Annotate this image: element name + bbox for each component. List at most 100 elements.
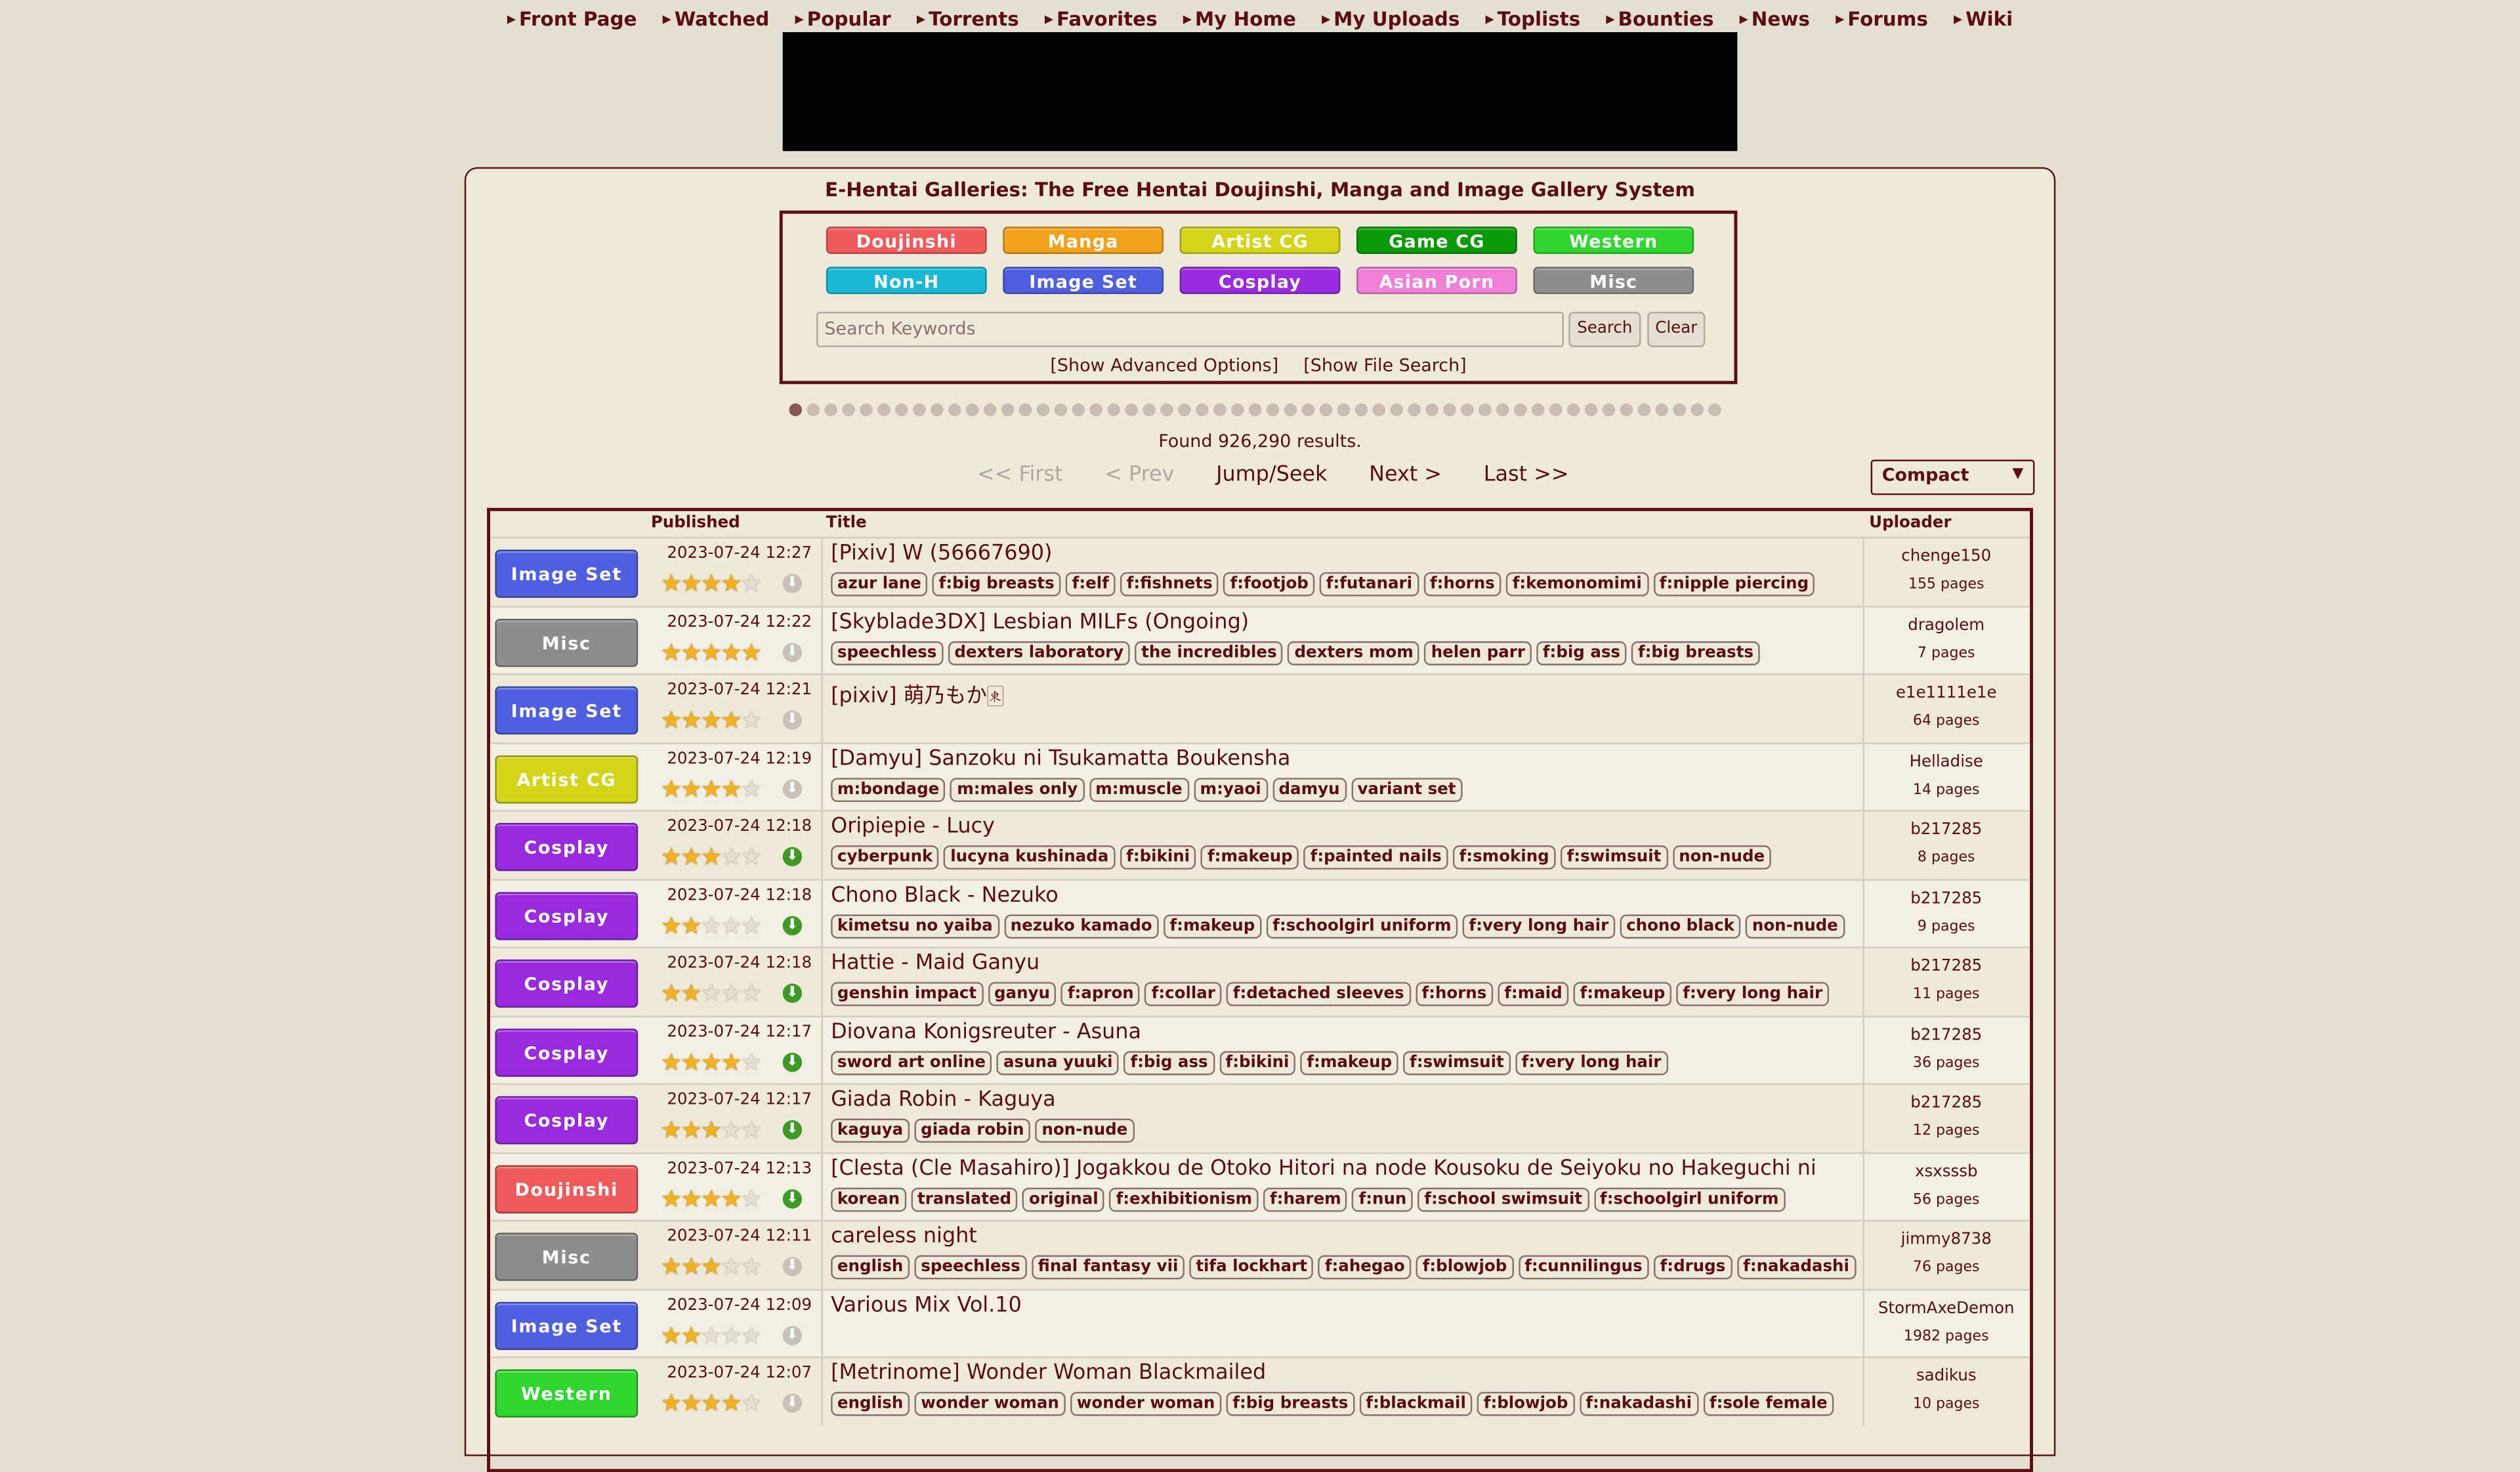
carousel-dot[interactable] <box>1602 403 1616 417</box>
tag[interactable]: f:maid <box>1498 982 1569 1007</box>
tag[interactable]: f:painted nails <box>1303 845 1448 870</box>
table-row[interactable]: Cosplay 2023-07-24 12:18 ★★★★★ ⬇ Chono Black… <box>490 878 2030 948</box>
carousel-dot[interactable] <box>1390 403 1403 417</box>
carousel-dot[interactable] <box>1620 403 1633 417</box>
uploader-link[interactable]: b217285 <box>1866 958 2026 976</box>
tag[interactable]: korean <box>831 1187 906 1211</box>
category-filter-artist-cg[interactable]: Artist CG <box>1179 226 1341 254</box>
carousel-dot[interactable] <box>789 403 803 417</box>
tag[interactable]: f:apron <box>1061 982 1141 1007</box>
torrent-download-icon[interactable]: ⬇ <box>782 1120 803 1140</box>
nav-link-watched[interactable]: ▶ Watched <box>650 8 782 30</box>
tag[interactable]: f:schoolgirl uniform <box>1266 914 1458 938</box>
tag[interactable]: giada robin <box>914 1118 1031 1143</box>
carousel-dot[interactable] <box>1337 403 1351 417</box>
tag[interactable]: ganyu <box>988 982 1057 1007</box>
category-badge[interactable]: Cosplay <box>495 1096 639 1145</box>
nav-link-my-home[interactable]: ▶ My Home <box>1170 8 1309 30</box>
carousel-dot[interactable] <box>1072 403 1085 417</box>
tag[interactable]: non-nude <box>1035 1118 1135 1143</box>
gallery-title-link[interactable]: [pixiv] 萌乃もか🀀 <box>831 678 1003 709</box>
table-row[interactable]: Artist CG 2023-07-24 12:19 ★★★★★ ⬇ [Damyu] S… <box>490 742 2030 811</box>
tag[interactable]: f:school swimsuit <box>1418 1187 1589 1211</box>
carousel-dot[interactable] <box>1036 403 1050 417</box>
display-mode-select[interactable]: Compact ▼ <box>1870 459 2035 495</box>
table-row[interactable]: Image Set 2023-07-24 12:21 ★★★★★ ⬇ [pixiv] 萌… <box>490 673 2030 743</box>
gallery-title-link[interactable]: Hattie - Maid Ganyu <box>831 952 1040 976</box>
gallery-title-link[interactable]: Various Mix Vol.10 <box>831 1293 1022 1317</box>
tag[interactable]: f:footjob <box>1223 572 1315 597</box>
tag[interactable]: f:kemonomimi <box>1505 572 1648 597</box>
carousel-dot[interactable] <box>1266 403 1280 417</box>
tag[interactable]: f:makeup <box>1201 845 1299 870</box>
tag[interactable]: f:schoolgirl uniform <box>1593 1187 1786 1211</box>
uploader-link[interactable]: b217285 <box>1866 890 2026 908</box>
uploader-link[interactable]: xsxsssb <box>1866 1163 2026 1181</box>
nav-link-popular[interactable]: ▶ Popular <box>782 8 904 30</box>
nav-link-front-page[interactable]: ▶ Front Page <box>494 8 650 30</box>
ad-banner[interactable] <box>782 32 1738 152</box>
carousel-dot[interactable] <box>1531 403 1545 417</box>
tag[interactable]: lucyna kushinada <box>944 845 1116 870</box>
search-button[interactable]: Search <box>1568 312 1641 347</box>
nav-link-favorites[interactable]: ▶ Favorites <box>1032 8 1170 30</box>
category-badge[interactable]: Image Set <box>495 1301 639 1349</box>
show-file-search-link[interactable]: [Show File Search] <box>1303 355 1466 376</box>
torrent-download-icon[interactable]: ⬇ <box>782 847 803 867</box>
uploader-link[interactable]: b217285 <box>1866 821 2026 839</box>
carousel-dot[interactable] <box>1301 403 1315 417</box>
category-filter-image-set[interactable]: Image Set <box>1003 266 1164 295</box>
uploader-link[interactable]: Helladise <box>1866 753 2026 770</box>
tag[interactable]: azur lane <box>831 572 928 597</box>
tag[interactable]: final fantasy vii <box>1031 1255 1185 1280</box>
carousel-dot[interactable] <box>1690 403 1704 417</box>
uploader-link[interactable]: chenge150 <box>1866 548 2026 566</box>
tag[interactable]: f:collar <box>1144 982 1222 1007</box>
tag[interactable]: m:males only <box>950 777 1085 801</box>
tag[interactable]: f:makeup <box>1163 914 1262 938</box>
category-badge[interactable]: Image Set <box>495 686 639 735</box>
category-badge[interactable]: Western <box>495 1369 639 1418</box>
gallery-title-link[interactable]: [Skyblade3DX] Lesbian MILFs (Ongoing) <box>831 610 1249 634</box>
table-row[interactable]: Cosplay 2023-07-24 12:18 ★★★★★ ⬇ Hattie - Ma… <box>490 946 2030 1016</box>
tag[interactable]: m:muscle <box>1089 777 1189 801</box>
carousel-dot[interactable] <box>1196 403 1209 417</box>
nav-link-wiki[interactable]: ▶ Wiki <box>1941 8 2025 30</box>
category-badge[interactable]: Misc <box>495 618 639 667</box>
gallery-title-link[interactable]: Oripiepie - Lucy <box>831 815 995 839</box>
tag[interactable]: f:elf <box>1065 572 1116 597</box>
tag[interactable]: f:nun <box>1352 1187 1414 1211</box>
carousel-dot[interactable] <box>1125 403 1138 417</box>
tag[interactable]: translated <box>911 1187 1018 1211</box>
category-filter-doujinshi[interactable]: Doujinshi <box>826 226 987 254</box>
nav-link-my-uploads[interactable]: ▶ My Uploads <box>1309 8 1472 30</box>
table-row[interactable]: Cosplay 2023-07-24 12:17 ★★★★★ ⬇ Giada Robin… <box>490 1083 2030 1152</box>
tag[interactable]: m:yaoi <box>1193 777 1268 801</box>
carousel-dot[interactable] <box>1408 403 1421 417</box>
tag[interactable]: dexters mom <box>1288 640 1420 665</box>
tag[interactable]: the incredibles <box>1135 640 1284 665</box>
torrent-download-icon[interactable]: ⬇ <box>782 1051 803 1072</box>
table-row[interactable]: Western 2023-07-24 12:07 ★★★★★ ⬇ [Metrinome]… <box>490 1356 2030 1426</box>
tag[interactable]: wonder woman <box>1070 1391 1222 1416</box>
tag[interactable]: f:big breasts <box>1631 640 1760 665</box>
carousel-dot[interactable] <box>1284 403 1297 417</box>
tag[interactable]: f:harem <box>1263 1187 1348 1211</box>
uploader-link[interactable]: e1e1111e1e <box>1866 684 2026 702</box>
tag[interactable]: f:drugs <box>1653 1255 1732 1280</box>
carousel-dot[interactable] <box>1018 403 1032 417</box>
last-page-link[interactable]: Last >> <box>1484 463 1569 487</box>
tag[interactable]: kimetsu no yaiba <box>831 914 999 938</box>
carousel-dot[interactable] <box>1001 403 1015 417</box>
tag[interactable]: f:cunnilingus <box>1518 1255 1649 1280</box>
gallery-title-link[interactable]: [Pixiv] W (56667690) <box>831 541 1052 566</box>
carousel-dot[interactable] <box>1143 403 1156 417</box>
tag[interactable]: f:fishnets <box>1120 572 1219 597</box>
table-row[interactable]: Doujinshi 2023-07-24 12:13 ★★★★★ ⬇ [Clesta (… <box>490 1151 2030 1221</box>
carousel-dot[interactable] <box>1107 403 1120 417</box>
carousel-dot[interactable] <box>842 403 855 417</box>
carousel-dot[interactable] <box>1655 403 1669 417</box>
clear-button[interactable]: Clear <box>1647 312 1706 347</box>
tag[interactable]: f:blackmail <box>1359 1391 1473 1416</box>
category-filter-misc[interactable]: Misc <box>1533 266 1694 295</box>
